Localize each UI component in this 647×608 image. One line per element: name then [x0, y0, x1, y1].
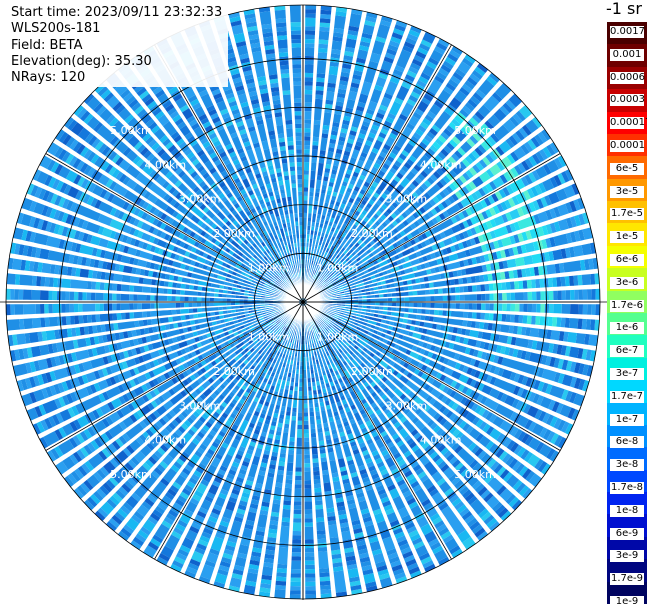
range-ring-label: 5.00km: [454, 124, 496, 137]
range-ring-label: 1.00km: [317, 262, 359, 275]
colorbar-tick-label: 1e-8: [610, 504, 644, 517]
range-ring-label: 3.00km: [386, 399, 428, 412]
range-ring-label: 5.00km: [454, 468, 496, 481]
range-ring-label: 5.00km: [110, 124, 152, 137]
colorbar-tick-label: 6e-6: [610, 254, 644, 266]
range-ring-label: 1.00km: [248, 330, 290, 343]
ppi-scan: 1.00km 1.00km 1.00km 1.00km 2.00km 2.00km 2.00…: [0, 0, 647, 607]
range-ring-label: 1.00km: [248, 262, 290, 275]
start-time-text: Start time: 2023/09/11 23:32:33: [11, 5, 223, 20]
colorbar-tick-label: 3e-8: [610, 459, 644, 472]
colorbar-tick-label: 1e-6: [610, 322, 644, 335]
colorbar-tick-label: 6e-9: [610, 527, 644, 540]
colorbar-tick-label: 0.0017: [610, 26, 645, 38]
instrument-name: WLS200s-181: [11, 21, 101, 37]
elevation-text: Elevation(deg): 35.30: [11, 53, 152, 69]
colorbar-units: -1 sr: [606, 0, 642, 18]
colorbar-tick-label: 0.001: [610, 48, 644, 61]
colorbar-tick-label: 3e-6: [610, 276, 644, 289]
range-ring-label: 1.00km: [317, 330, 359, 343]
colorbar-tick-label: 0.0003: [610, 94, 645, 107]
colorbar-tick-label: 6e-5: [610, 162, 644, 175]
colorbar-tick-label: 0.00017: [610, 117, 647, 130]
colorbar-tick-label: 1.7e-8: [610, 482, 644, 494]
range-ring-label: 5.00km: [110, 468, 152, 481]
colorbar-tick-label: 6e-8: [610, 436, 644, 449]
range-ring-label: 3.00km: [386, 193, 428, 206]
range-ring-label: 4.00km: [145, 434, 187, 447]
colorbar-tick-label: 1e-7: [610, 413, 644, 426]
range-ring-label: 4.00km: [420, 158, 462, 171]
colorbar-tick-label: 6e-7: [610, 345, 644, 358]
range-ring-label: 2.00km: [213, 365, 255, 378]
colorbar-tick-label: 1.7e-7: [610, 390, 644, 403]
field-text: Field: BETA: [11, 37, 83, 53]
colorbar-tick-label: 1.7e-9: [610, 573, 644, 586]
colorbar-tick-label: 0.0006: [610, 71, 645, 84]
range-ring-label: 2.00km: [213, 227, 255, 240]
range-ring-label: 3.00km: [179, 399, 221, 412]
range-ring-label: 3.00km: [179, 193, 221, 206]
range-ring-label: 2.00km: [351, 227, 393, 240]
colorbar-tick-label: 3e-7: [610, 368, 644, 380]
colorbar-tick-label: 1e-9: [610, 596, 644, 608]
colorbar-tick-label: 3e-5: [610, 185, 644, 198]
colorbar-tick-label: 0.0001: [610, 140, 645, 152]
colorbar-tick-label: 3e-9: [610, 550, 644, 563]
range-ring-label: 4.00km: [145, 158, 187, 171]
colorbar-tick-label: 1e-5: [610, 231, 644, 244]
range-ring-label: 4.00km: [420, 434, 462, 447]
scan-info: Start time: 2023/09/11 23:32:33 WLS200s-…: [8, 4, 229, 88]
colorbar-tick-label: 1.7e-5: [610, 208, 644, 221]
range-ring-label: 2.00km: [351, 365, 393, 378]
colorbar-tick-label: 1.7e-6: [610, 299, 644, 312]
nrays-text: NRays: 120: [11, 70, 86, 86]
